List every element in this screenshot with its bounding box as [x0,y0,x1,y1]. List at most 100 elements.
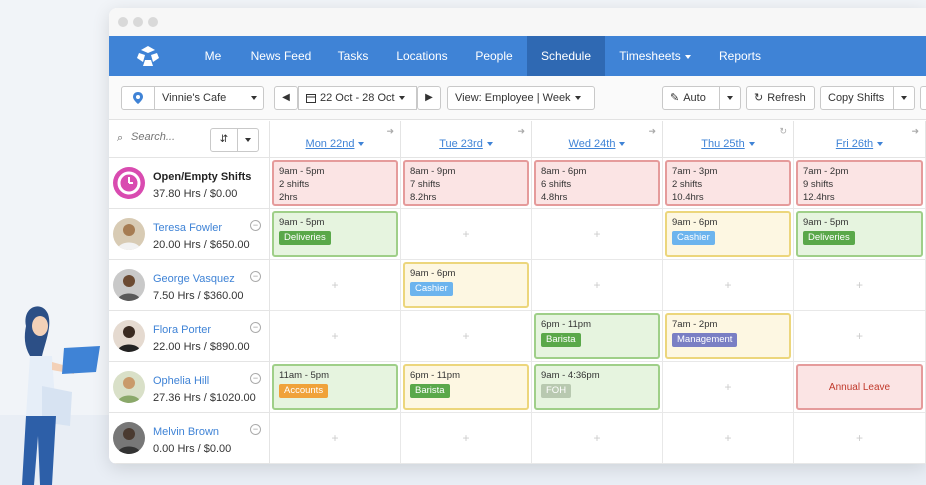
sort-options-button[interactable] [237,128,259,152]
day-header-tue[interactable]: ➜ Tue 23rd [401,121,532,158]
refresh-button[interactable]: ↻ Refresh [746,86,815,110]
nav-timesheets[interactable]: Timesheets [615,36,695,76]
employee-name[interactable]: Flora Porter [153,324,211,336]
schedule-cell[interactable]: 6pm - 11pm Barista [532,311,663,362]
shift-block[interactable]: 6pm - 11pm Barista [403,364,529,410]
sort-button[interactable]: ⇵ [210,128,238,152]
schedule-cell[interactable]: + [532,413,663,464]
location-select[interactable]: Vinnie's Cafe [154,86,264,110]
add-shift-icon[interactable]: + [856,278,863,292]
day-header-thu[interactable]: ↻ Thu 25th [663,121,794,158]
shift-block[interactable]: 11am - 5pm Accounts [272,364,398,410]
schedule-cell[interactable]: 11am - 5pm Accounts [270,362,401,413]
employee-name[interactable]: Ophelia Hill [153,375,209,387]
schedule-cell[interactable]: + [532,209,663,260]
schedule-cell[interactable]: + [663,413,794,464]
schedule-cell[interactable]: + [794,260,926,311]
employee-name[interactable]: Melvin Brown [153,426,219,438]
schedule-cell[interactable]: 8am - 6pm 6 shifts 4.8hrs [532,158,663,209]
date-range-select[interactable]: 22 Oct - 28 Oct [298,86,417,110]
open-shift-block[interactable]: 7am - 2pm 9 shifts 12.4hrs [796,160,923,206]
schedule-cell[interactable]: 9am - 6pm Cashier [663,209,794,260]
remove-icon[interactable]: − [250,271,261,282]
shift-block[interactable]: 9am - 6pm Cashier [665,211,791,257]
search-input[interactable] [131,131,201,143]
previous-week-button[interactable]: ◀ [274,86,298,110]
nav-people[interactable]: People [471,36,517,76]
shift-block[interactable]: 6pm - 11pm Barista [534,313,660,359]
app-logo[interactable] [135,44,161,68]
more-button[interactable] [920,86,926,110]
employee-row-open-shifts[interactable]: Open/Empty Shifts 37.80 Hrs / $0.00 [109,158,270,209]
schedule-cell[interactable]: 9am - 6pm Cashier [401,260,532,311]
schedule-cell[interactable]: 8am - 9pm 7 shifts 8.2hrs [401,158,532,209]
open-shift-block[interactable]: 9am - 5pm 2 shifts 2hrs [272,160,398,206]
day-label[interactable]: Mon 22nd [270,138,400,150]
schedule-cell[interactable]: 9am - 5pm Deliveries [270,209,401,260]
day-header-wed[interactable]: ➜ Wed 24th [532,121,663,158]
day-label[interactable]: Wed 24th [532,138,662,150]
remove-icon[interactable]: − [250,220,261,231]
next-week-button[interactable]: ▶ [417,86,441,110]
leave-block[interactable]: Annual Leave [796,364,923,410]
shift-block[interactable]: 9am - 5pm Deliveries [272,211,398,257]
employee-row-teresa-fowler[interactable]: Teresa Fowler 20.00 Hrs / $650.00 − [109,209,270,260]
employee-row-flora-porter[interactable]: Flora Porter 22.00 Hrs / $890.00 − [109,311,270,362]
shift-block[interactable]: 9am - 5pm Deliveries [796,211,923,257]
add-shift-icon[interactable]: + [593,227,600,241]
add-shift-icon[interactable]: + [462,329,469,343]
employee-row-ophelia-hill[interactable]: Ophelia Hill 27.36 Hrs / $1020.00 − [109,362,270,413]
day-header-fri[interactable]: ➜ Fri 26th [794,121,926,158]
day-label[interactable]: Fri 26th [794,138,925,150]
add-shift-icon[interactable]: + [724,431,731,445]
employee-name[interactable]: Teresa Fowler [153,222,222,234]
add-shift-icon[interactable]: + [593,278,600,292]
employee-name[interactable]: George Vasquez [153,273,235,285]
remove-icon[interactable]: − [250,322,261,333]
add-shift-icon[interactable]: + [331,329,338,343]
schedule-cell[interactable]: + [663,362,794,413]
copy-shifts-options-button[interactable] [893,86,915,110]
open-shift-block[interactable]: 8am - 6pm 6 shifts 4.8hrs [534,160,660,206]
add-shift-icon[interactable]: + [724,380,731,394]
day-label[interactable]: Thu 25th [663,138,793,150]
schedule-cell[interactable]: Annual Leave [794,362,926,413]
schedule-cell[interactable]: + [401,311,532,362]
add-shift-icon[interactable]: + [331,278,338,292]
add-shift-icon[interactable]: + [331,431,338,445]
auto-options-button[interactable] [719,86,741,110]
schedule-cell[interactable]: 7am - 2pm 9 shifts 12.4hrs [794,158,926,209]
day-label[interactable]: Tue 23rd [401,138,531,150]
schedule-cell[interactable]: + [401,209,532,260]
add-shift-icon[interactable]: + [724,278,731,292]
nav-me[interactable]: Me [195,36,231,76]
shift-block[interactable]: 9am - 4:36pm FOH [534,364,660,410]
schedule-cell[interactable]: + [532,260,663,311]
schedule-cell[interactable]: + [401,413,532,464]
day-header-mon[interactable]: ➜ Mon 22nd [270,121,401,158]
schedule-cell[interactable]: + [270,260,401,311]
schedule-cell[interactable]: 9am - 4:36pm FOH [532,362,663,413]
schedule-cell[interactable]: 9am - 5pm Deliveries [794,209,926,260]
schedule-cell[interactable]: + [663,260,794,311]
schedule-cell[interactable]: 7am - 2pm Management [663,311,794,362]
nav-tasks[interactable]: Tasks [334,36,372,76]
schedule-cell[interactable]: 9am - 5pm 2 shifts 2hrs [270,158,401,209]
schedule-cell[interactable]: 6pm - 11pm Barista [401,362,532,413]
view-select[interactable]: View: Employee | Week [447,86,595,110]
remove-icon[interactable]: − [250,373,261,384]
nav-reports[interactable]: Reports [715,36,765,76]
shift-block[interactable]: 9am - 6pm Cashier [403,262,529,308]
nav-news-feed[interactable]: News Feed [249,36,313,76]
employee-row-melvin-brown[interactable]: Melvin Brown 0.00 Hrs / $0.00 − [109,413,270,464]
open-shift-block[interactable]: 8am - 9pm 7 shifts 8.2hrs [403,160,529,206]
add-shift-icon[interactable]: + [462,431,469,445]
nav-schedule[interactable]: Schedule [527,36,605,76]
add-shift-icon[interactable]: + [462,227,469,241]
open-shift-block[interactable]: 7am - 3pm 2 shifts 10.4hrs [665,160,791,206]
remove-icon[interactable]: − [250,424,261,435]
add-shift-icon[interactable]: + [856,431,863,445]
schedule-cell[interactable]: 7am - 3pm 2 shifts 10.4hrs [663,158,794,209]
copy-shifts-button[interactable]: Copy Shifts [820,86,894,110]
schedule-cell[interactable]: + [794,413,926,464]
